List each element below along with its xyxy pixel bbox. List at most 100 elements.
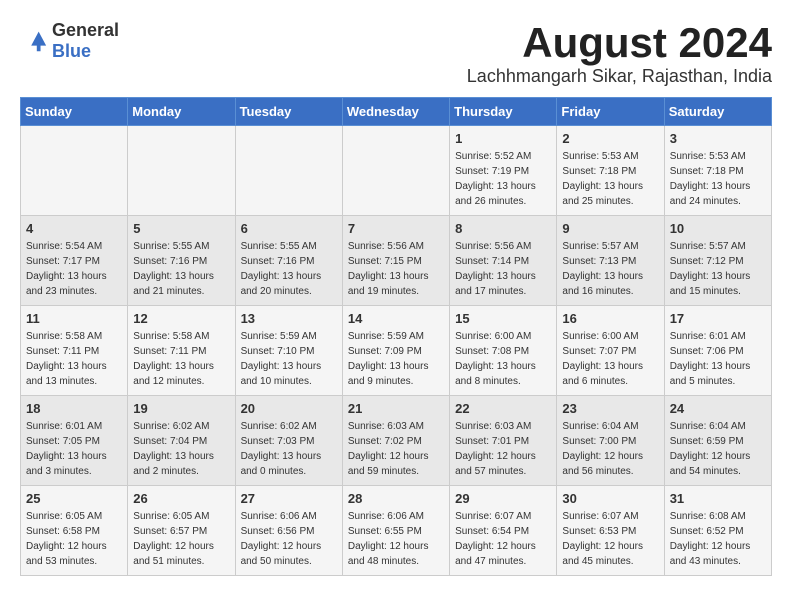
calendar-cell: 1Sunrise: 5:52 AMSunset: 7:19 PMDaylight…	[450, 126, 557, 216]
calendar-cell: 12 Sunrise: 5:58 AMSunset: 7:11 PMDayligh…	[128, 306, 235, 396]
calendar-cell: 18 Sunrise: 6:01 AMSunset: 7:05 PMDayligh…	[21, 396, 128, 486]
cell-content: Sunrise: 6:02 AMSunset: 7:04 PMDaylight:…	[133, 419, 229, 479]
calendar-cell: 17 Sunrise: 6:01 AMSunset: 7:06 PMDayligh…	[664, 306, 771, 396]
cell-content: Sunrise: 5:59 AMSunset: 7:10 PMDaylight:…	[241, 329, 337, 389]
day-number: 12	[133, 311, 229, 326]
calendar-cell	[21, 126, 128, 216]
logo-general: General	[52, 20, 119, 40]
weekday-header-friday: Friday	[557, 98, 664, 126]
day-number: 30	[562, 491, 658, 506]
cell-content: Sunrise: 5:58 AMSunset: 7:11 PMDaylight:…	[26, 329, 122, 389]
day-number: 8	[455, 221, 551, 236]
weekday-header-sunday: Sunday	[21, 98, 128, 126]
cell-content: Sunrise: 6:06 AMSunset: 6:56 PMDaylight:…	[241, 509, 337, 569]
day-number: 25	[26, 491, 122, 506]
cell-content: Sunrise: 6:00 AMSunset: 7:08 PMDaylight:…	[455, 329, 551, 389]
page-header: General Blue August 2024 Lachhmangarh Si…	[20, 20, 772, 87]
calendar-cell: 11 Sunrise: 5:58 AMSunset: 7:11 PMDayligh…	[21, 306, 128, 396]
cell-content: Sunrise: 5:57 AMSunset: 7:12 PMDaylight:…	[670, 239, 766, 299]
calendar-cell	[342, 126, 449, 216]
logo: General Blue	[20, 20, 119, 62]
day-number: 2	[562, 131, 658, 146]
cell-content: Sunrise: 6:01 AMSunset: 7:06 PMDaylight:…	[670, 329, 766, 389]
calendar-cell: 15 Sunrise: 6:00 AMSunset: 7:08 PMDayligh…	[450, 306, 557, 396]
day-number: 6	[241, 221, 337, 236]
weekday-header-tuesday: Tuesday	[235, 98, 342, 126]
cell-content: Sunrise: 6:01 AMSunset: 7:05 PMDaylight:…	[26, 419, 122, 479]
day-number: 13	[241, 311, 337, 326]
weekday-header-thursday: Thursday	[450, 98, 557, 126]
logo-blue: Blue	[52, 41, 91, 61]
calendar-week-4: 18 Sunrise: 6:01 AMSunset: 7:05 PMDayligh…	[21, 396, 772, 486]
cell-content: Sunrise: 5:55 AMSunset: 7:16 PMDaylight:…	[133, 239, 229, 299]
calendar-cell: 25 Sunrise: 6:05 AMSunset: 6:58 PMDayligh…	[21, 486, 128, 576]
calendar-cell: 2 Sunrise: 5:53 AMSunset: 7:18 PMDaylight…	[557, 126, 664, 216]
calendar-cell: 27Sunrise: 6:06 AMSunset: 6:56 PMDayligh…	[235, 486, 342, 576]
calendar-cell: 20Sunrise: 6:02 AMSunset: 7:03 PMDayligh…	[235, 396, 342, 486]
calendar-cell	[235, 126, 342, 216]
weekday-header-monday: Monday	[128, 98, 235, 126]
calendar-cell: 10Sunrise: 5:57 AMSunset: 7:12 PMDayligh…	[664, 216, 771, 306]
calendar-cell: 28Sunrise: 6:06 AMSunset: 6:55 PMDayligh…	[342, 486, 449, 576]
weekday-header-saturday: Saturday	[664, 98, 771, 126]
day-number: 31	[670, 491, 766, 506]
cell-content: Sunrise: 5:56 AMSunset: 7:14 PMDaylight:…	[455, 239, 551, 299]
day-number: 1	[455, 131, 551, 146]
calendar-cell: 22 Sunrise: 6:03 AMSunset: 7:01 PMDayligh…	[450, 396, 557, 486]
calendar-cell: 13 Sunrise: 5:59 AMSunset: 7:10 PMDayligh…	[235, 306, 342, 396]
calendar-week-2: 4Sunrise: 5:54 AMSunset: 7:17 PMDaylight…	[21, 216, 772, 306]
day-number: 23	[562, 401, 658, 416]
location-title: Lachhmangarh Sikar, Rajasthan, India	[467, 66, 772, 87]
calendar-cell: 23Sunrise: 6:04 AMSunset: 7:00 PMDayligh…	[557, 396, 664, 486]
weekday-header-wednesday: Wednesday	[342, 98, 449, 126]
cell-content: Sunrise: 6:07 AMSunset: 6:54 PMDaylight:…	[455, 509, 551, 569]
day-number: 17	[670, 311, 766, 326]
weekday-header-row: SundayMondayTuesdayWednesdayThursdayFrid…	[21, 98, 772, 126]
cell-content: Sunrise: 5:55 AMSunset: 7:16 PMDaylight:…	[241, 239, 337, 299]
day-number: 29	[455, 491, 551, 506]
cell-content: Sunrise: 6:03 AMSunset: 7:01 PMDaylight:…	[455, 419, 551, 479]
calendar-cell: 8 Sunrise: 5:56 AMSunset: 7:14 PMDaylight…	[450, 216, 557, 306]
calendar-cell: 19 Sunrise: 6:02 AMSunset: 7:04 PMDayligh…	[128, 396, 235, 486]
day-number: 18	[26, 401, 122, 416]
day-number: 5	[133, 221, 229, 236]
calendar-cell: 4Sunrise: 5:54 AMSunset: 7:17 PMDaylight…	[21, 216, 128, 306]
cell-content: Sunrise: 5:53 AMSunset: 7:18 PMDaylight:…	[670, 149, 766, 209]
calendar-cell: 7Sunrise: 5:56 AMSunset: 7:15 PMDaylight…	[342, 216, 449, 306]
cell-content: Sunrise: 5:58 AMSunset: 7:11 PMDaylight:…	[133, 329, 229, 389]
day-number: 19	[133, 401, 229, 416]
cell-content: Sunrise: 6:00 AMSunset: 7:07 PMDaylight:…	[562, 329, 658, 389]
day-number: 20	[241, 401, 337, 416]
day-number: 14	[348, 311, 444, 326]
logo-icon	[20, 27, 48, 55]
calendar-week-3: 11 Sunrise: 5:58 AMSunset: 7:11 PMDayligh…	[21, 306, 772, 396]
day-number: 26	[133, 491, 229, 506]
calendar-cell: 29 Sunrise: 6:07 AMSunset: 6:54 PMDayligh…	[450, 486, 557, 576]
month-title: August 2024	[467, 20, 772, 66]
day-number: 28	[348, 491, 444, 506]
calendar-cell: 3 Sunrise: 5:53 AMSunset: 7:18 PMDaylight…	[664, 126, 771, 216]
cell-content: Sunrise: 6:05 AMSunset: 6:58 PMDaylight:…	[26, 509, 122, 569]
calendar-cell: 30Sunrise: 6:07 AMSunset: 6:53 PMDayligh…	[557, 486, 664, 576]
cell-content: Sunrise: 5:57 AMSunset: 7:13 PMDaylight:…	[562, 239, 658, 299]
calendar-cell: 26 Sunrise: 6:05 AMSunset: 6:57 PMDayligh…	[128, 486, 235, 576]
calendar-cell: 5 Sunrise: 5:55 AMSunset: 7:16 PMDaylight…	[128, 216, 235, 306]
calendar-week-1: 1Sunrise: 5:52 AMSunset: 7:19 PMDaylight…	[21, 126, 772, 216]
day-number: 7	[348, 221, 444, 236]
cell-content: Sunrise: 6:03 AMSunset: 7:02 PMDaylight:…	[348, 419, 444, 479]
calendar-cell: 21Sunrise: 6:03 AMSunset: 7:02 PMDayligh…	[342, 396, 449, 486]
logo-text: General Blue	[52, 20, 119, 62]
day-number: 11	[26, 311, 122, 326]
day-number: 3	[670, 131, 766, 146]
cell-content: Sunrise: 5:53 AMSunset: 7:18 PMDaylight:…	[562, 149, 658, 209]
calendar-cell: 24Sunrise: 6:04 AMSunset: 6:59 PMDayligh…	[664, 396, 771, 486]
day-number: 9	[562, 221, 658, 236]
calendar-cell	[128, 126, 235, 216]
day-number: 22	[455, 401, 551, 416]
day-number: 15	[455, 311, 551, 326]
calendar-cell: 16 Sunrise: 6:00 AMSunset: 7:07 PMDayligh…	[557, 306, 664, 396]
day-number: 16	[562, 311, 658, 326]
calendar-cell: 31Sunrise: 6:08 AMSunset: 6:52 PMDayligh…	[664, 486, 771, 576]
cell-content: Sunrise: 6:05 AMSunset: 6:57 PMDaylight:…	[133, 509, 229, 569]
day-number: 24	[670, 401, 766, 416]
